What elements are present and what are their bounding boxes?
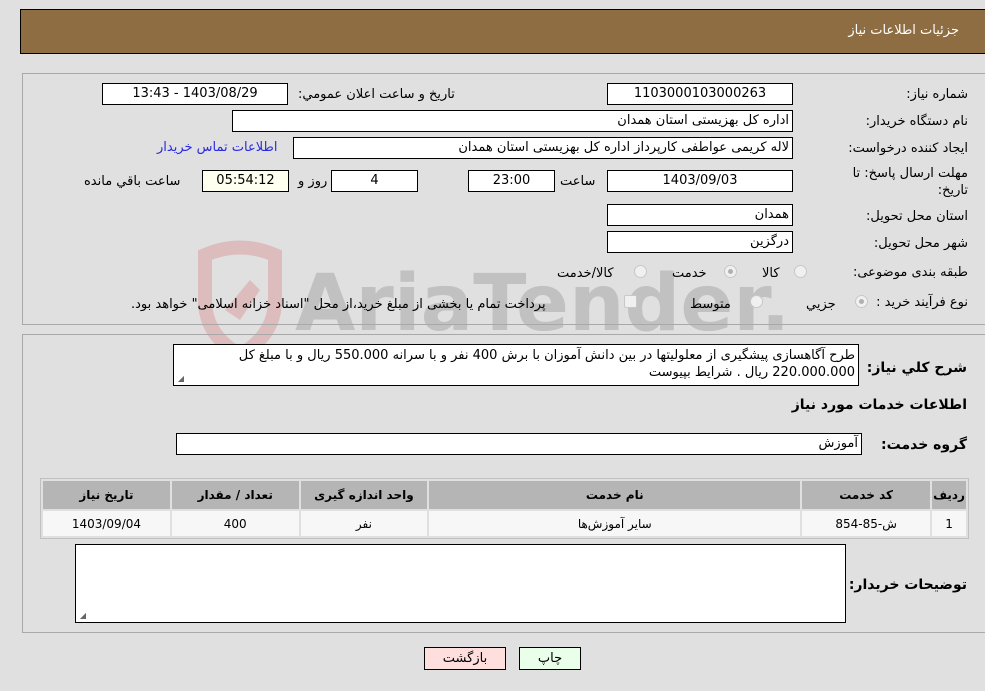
remaining-time-field: 05:54:12 (202, 170, 289, 192)
page-header: جزئیات اطلاعات نیاز (20, 9, 985, 54)
purchase-medium-label: متوسط (690, 297, 731, 312)
cell-need-date: 1403/09/04 (43, 511, 170, 536)
buyer-org-label: نام دستگاه خریدار: (865, 114, 968, 129)
print-button[interactable]: چاپ (519, 647, 581, 670)
services-table: ردیف کد خدمت نام خدمت واحد اندازه گیری ت… (40, 478, 969, 539)
delivery-city-field: درگزین (607, 231, 793, 253)
cell-service-name: سایر آموزش‌ها (429, 511, 801, 536)
table-row: 1 ش-85-854 سایر آموزش‌ها نفر 400 1403/09… (43, 511, 966, 536)
buyer-notes-textarea[interactable]: ◢ (75, 544, 846, 623)
description-textarea[interactable]: طرح آگاهسازی پیشگیری از معلولیتها در بین… (173, 344, 859, 386)
purchase-medium-radio[interactable] (750, 295, 763, 308)
resize-grip-icon[interactable]: ◢ (78, 612, 86, 620)
deadline-time-field: 23:00 (468, 170, 555, 192)
treasury-checkbox[interactable] (624, 295, 637, 308)
buyer-org-field: اداره کل بهزیستی استان همدان (232, 110, 793, 132)
services-section-title: اطلاعات خدمات مورد نیاز (791, 397, 967, 413)
category-goods-service-label: کالا/خدمت (557, 266, 614, 281)
delivery-province-field: همدان (607, 204, 793, 226)
category-goods-service-radio[interactable] (634, 265, 647, 278)
deadline-time-label: ساعت (560, 174, 596, 189)
requester-field: لاله کریمی عواطفی کارپرداز اداره کل بهزی… (293, 137, 793, 159)
requester-label: ایجاد کننده درخواست: (848, 141, 968, 156)
table-header-row: ردیف کد خدمت نام خدمت واحد اندازه گیری ت… (43, 481, 966, 509)
delivery-province-label: استان محل تحویل: (866, 209, 968, 224)
category-service-radio[interactable] (724, 265, 737, 278)
col-header-need-date: تاریخ نیاز (43, 481, 170, 509)
category-goods-label: کالا (762, 266, 780, 281)
deadline-label-2: تاریخ: (937, 183, 968, 198)
cell-quantity: 400 (171, 511, 299, 536)
back-button[interactable]: بازگشت (424, 647, 506, 670)
announce-datetime-field: 1403/08/29 - 13:43 (102, 83, 288, 105)
service-group-label: گروه خدمت: (881, 437, 967, 453)
need-number-field: 1103000103000263 (607, 83, 793, 105)
category-service-label: خدمت (672, 266, 707, 281)
deadline-label: مهلت ارسال پاسخ: تا (852, 166, 968, 181)
col-header-quantity: تعداد / مقدار (171, 481, 299, 509)
treasury-checkbox-label: پرداخت تمام یا بخشی از مبلغ خرید،از محل … (131, 297, 546, 312)
cell-row-number: 1 (932, 511, 966, 536)
page-title: جزئیات اطلاعات نیاز (848, 23, 959, 38)
cell-service-code: ش-85-854 (802, 511, 931, 536)
col-header-service-name: نام خدمت (429, 481, 801, 509)
remaining-time-label: ساعت باقي مانده (84, 174, 181, 189)
category-goods-radio[interactable] (794, 265, 807, 278)
buyer-notes-label: توضیحات خریدار: (848, 577, 967, 593)
days-label: روز و (298, 174, 328, 189)
purchase-minor-label: جزيي (806, 297, 836, 312)
description-label: شرح کلي نیاز: (866, 360, 967, 376)
purchase-type-label: نوع فرآیند خرید : (876, 295, 968, 310)
remaining-days-field: 4 (331, 170, 418, 192)
delivery-city-label: شهر محل تحویل: (873, 236, 968, 251)
resize-grip-icon[interactable]: ◢ (176, 375, 184, 383)
buyer-contact-link[interactable]: اطلاعات تماس خریدار (157, 140, 277, 155)
col-header-service-code: کد خدمت (802, 481, 931, 509)
purchase-minor-radio[interactable] (855, 295, 868, 308)
description-text: طرح آگاهسازی پیشگیری از معلولیتها در بین… (238, 348, 855, 380)
announce-datetime-label: تاریخ و ساعت اعلان عمومي: (298, 87, 455, 102)
deadline-date-field: 1403/09/03 (607, 170, 793, 192)
category-label: طبقه بندی موضوعی: (852, 265, 968, 280)
col-header-unit: واحد اندازه گیری (300, 481, 428, 509)
col-header-row-number: ردیف (932, 481, 966, 509)
cell-unit: نفر (300, 511, 428, 536)
service-group-field: آموزش (176, 433, 862, 455)
need-number-label: شماره نیاز: (906, 87, 968, 102)
